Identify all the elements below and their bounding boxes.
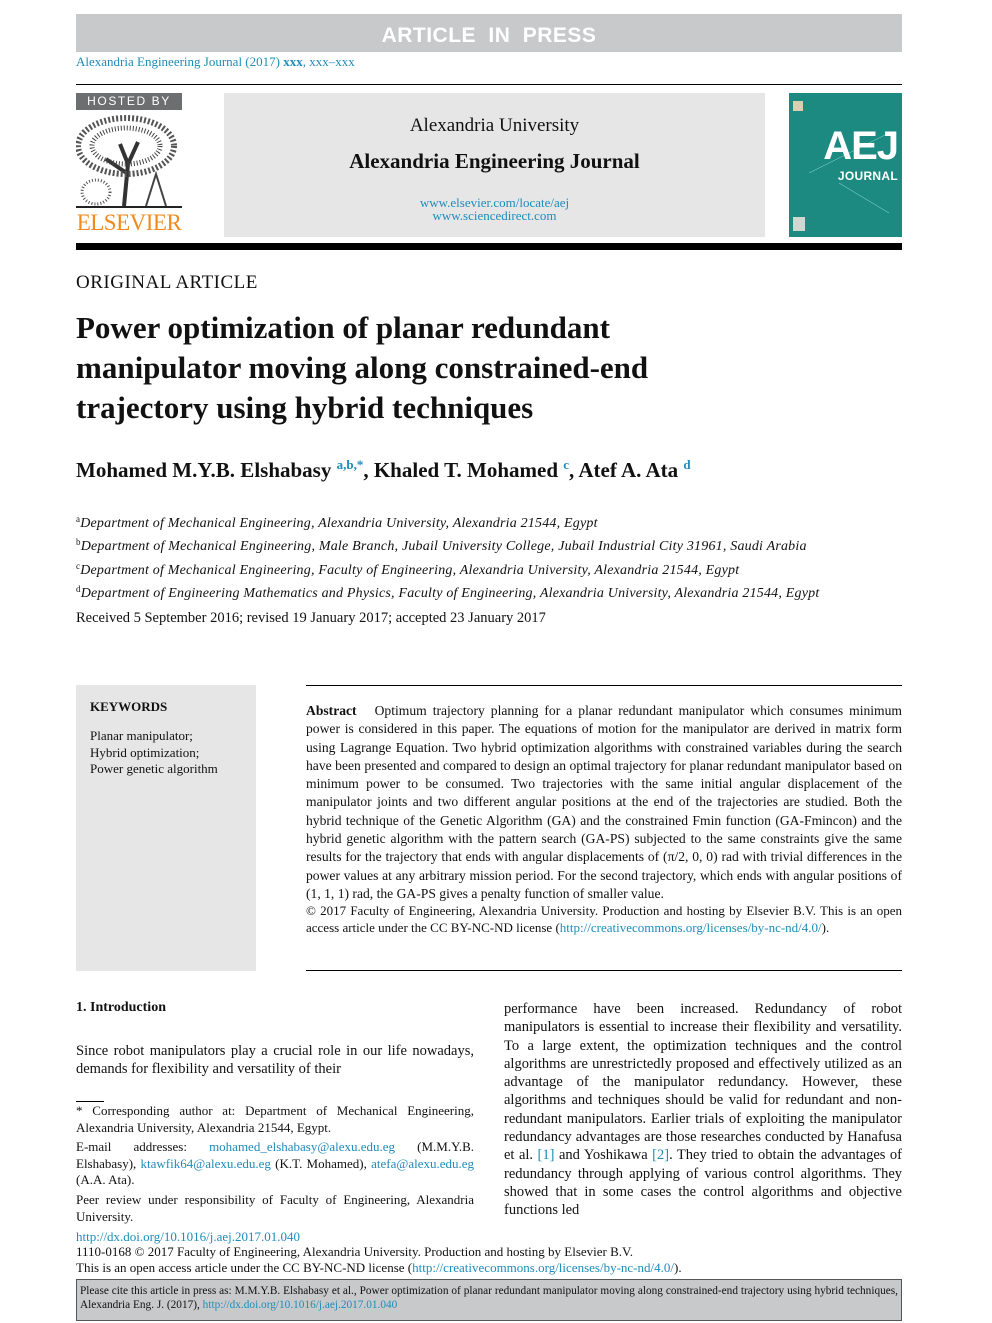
hosted-by-label: HOSTED BY xyxy=(76,93,182,110)
email-link[interactable]: ktawfik64@alexu.edu.eg xyxy=(141,1156,271,1171)
reference-link[interactable]: [2] xyxy=(652,1147,669,1163)
keyword: Hybrid optimization; xyxy=(90,744,200,760)
journal-reference[interactable]: Alexandria Engineering Journal (2017) xx… xyxy=(76,54,355,70)
author-list: Mohamed M.Y.B. Elshabasy a,b,*, Khaled T… xyxy=(76,457,691,482)
article-in-press-banner: ARTICLE IN PRESS xyxy=(76,14,902,52)
affiliation: cDepartment of Mechanical Engineering, F… xyxy=(76,557,819,580)
license-link[interactable]: http://creativecommons.org/licenses/by-n… xyxy=(412,1260,674,1275)
header-thick-rule xyxy=(76,243,902,250)
keyword: Power genetic algorithm xyxy=(90,761,218,777)
abstract-body: Optimum trajectory planning for a planar… xyxy=(306,703,902,901)
email-label: E-mail addresses: xyxy=(76,1139,210,1155)
author-name: Khaled T. Mohamed xyxy=(373,458,559,482)
received-dates: Received 5 September 2016; revised 19 Ja… xyxy=(76,610,546,626)
footnotes: * Corresponding author at: Department of… xyxy=(76,1103,474,1228)
journal-volume[interactable]: xxx xyxy=(283,54,303,69)
affiliation-text: Department of Mechanical Engineering, Ma… xyxy=(80,539,807,555)
email-addresses: E-mail addresses: mohamed_elshabasy@alex… xyxy=(76,1139,474,1189)
intro-paragraph-continued: performance have been increased. Redunda… xyxy=(504,1000,902,1220)
author-affiliation-mark[interactable]: d xyxy=(683,457,690,472)
citation-box: Please cite this article in press as: M.… xyxy=(76,1279,902,1321)
author-name: Atef A. Ata xyxy=(578,458,679,482)
affiliation: aDepartment of Mechanical Engineering, A… xyxy=(76,510,819,533)
author-name: Mohamed M.Y.B. Elshabasy xyxy=(76,458,332,482)
author-affiliation-mark[interactable]: a,b,* xyxy=(337,457,364,472)
journal-pages[interactable]: , xxx–xxx xyxy=(303,54,355,69)
email-link[interactable]: mohamed_elshabasy@alexu.edu.eg xyxy=(209,1139,395,1154)
article-type: ORIGINAL ARTICLE xyxy=(76,272,258,293)
keywords-heading: KEYWORDS xyxy=(90,699,168,714)
keyword: Planar manipulator; xyxy=(90,727,193,743)
abstract-copyright: © 2017 Faculty of Engineering, Alexandri… xyxy=(306,903,902,936)
affiliation-text: Department of Engineering Mathematics an… xyxy=(80,585,820,601)
affiliations: aDepartment of Mechanical Engineering, A… xyxy=(76,510,819,603)
footnote-rule xyxy=(76,1101,104,1102)
peer-review-note: Peer review under responsibility of Facu… xyxy=(76,1191,474,1224)
license-link[interactable]: http://creativecommons.org/licenses/by-n… xyxy=(560,920,822,935)
email-owner: (A.A. Ata). xyxy=(76,1172,135,1188)
author-affiliation-mark[interactable]: c xyxy=(563,457,569,472)
section-heading: 1. Introduction xyxy=(76,1000,166,1015)
affiliation-text: Department of Mechanical Engineering, Fa… xyxy=(80,562,740,578)
citation-doi-link[interactable]: http://dx.doi.org/10.1016/j.aej.2017.01.… xyxy=(203,1299,398,1311)
journal-banner: Alexandria University Alexandria Enginee… xyxy=(224,93,765,237)
abstract-text: Abstract Optimum trajectory planning for… xyxy=(306,702,902,903)
body-text: and Yoshikawa xyxy=(554,1147,653,1164)
header-rule xyxy=(76,84,902,85)
article-title: Power optimization of planar redundant m… xyxy=(76,310,649,425)
journal-name: Alexandria Engineering Journal xyxy=(349,149,640,173)
reference-link[interactable]: [1] xyxy=(538,1147,555,1163)
open-access-text: This is an open access article under the… xyxy=(76,1259,413,1275)
doi-link[interactable]: http://dx.doi.org/10.1016/j.aej.2017.01.… xyxy=(76,1229,300,1244)
abstract-box: Abstract Optimum trajectory planning for… xyxy=(306,685,902,971)
university-name: Alexandria University xyxy=(409,115,580,136)
elsevier-tree-logo xyxy=(76,115,182,208)
issn-copyright: 1110-0168 © 2017 Faculty of Engineering,… xyxy=(76,1244,634,1260)
abstract-label: Abstract xyxy=(306,703,357,718)
affiliation: dDepartment of Engineering Mathematics a… xyxy=(76,580,819,603)
affiliation-text: Department of Mechanical Engineering, Al… xyxy=(80,516,598,531)
article-doi-block: http://dx.doi.org/10.1016/j.aej.2017.01.… xyxy=(76,1229,682,1275)
open-access-end: ). xyxy=(673,1259,682,1275)
body-text: performance have been increased. Redunda… xyxy=(504,1001,902,1164)
keywords-box: KEYWORDS Planar manipulator; Hybrid opti… xyxy=(76,685,256,971)
email-link[interactable]: atefa@alexu.edu.eg xyxy=(371,1156,474,1171)
intro-paragraph: Since robot manipulators play a crucial … xyxy=(76,1043,474,1078)
sciencedirect-url-link[interactable]: www.sciencedirect.com xyxy=(432,208,556,223)
corresponding-author-note: * Corresponding author at: Department of… xyxy=(76,1103,474,1135)
email-owner: (K.T. Mohamed), xyxy=(270,1155,372,1171)
journal-cover-image: AEJ JOURNAL xyxy=(789,93,902,237)
cover-title: AEJ JOURNAL xyxy=(823,124,898,183)
elsevier-wordmark: ELSEVIER xyxy=(76,210,182,235)
journal-ref-text[interactable]: Alexandria Engineering Journal (2017) xyxy=(76,54,283,69)
affiliation: bDepartment of Mechanical Engineering, M… xyxy=(76,533,819,556)
copyright-end: ). xyxy=(821,919,830,935)
